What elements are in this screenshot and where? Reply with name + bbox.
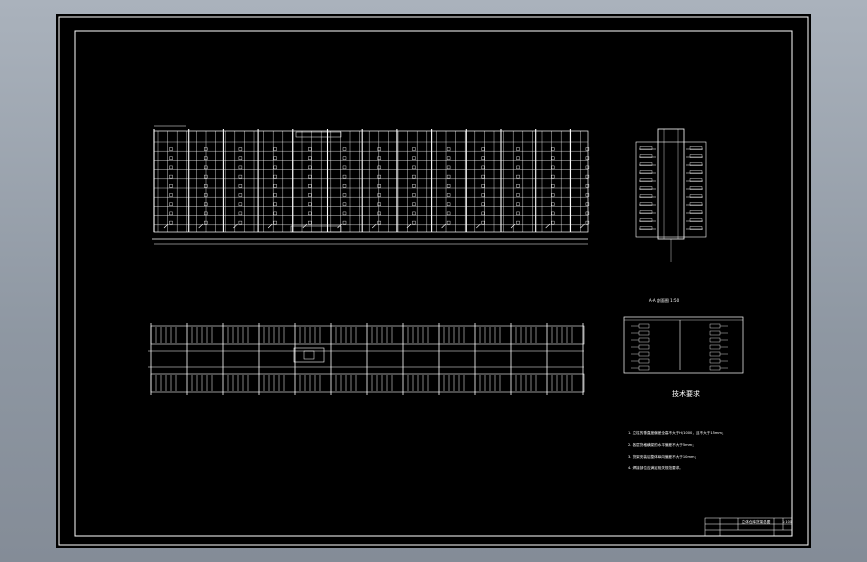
- outer-border: [58, 16, 809, 546]
- section-detail-view: [623, 316, 744, 374]
- drawing-name: 立体仓库货架总图: [742, 519, 771, 524]
- cad-canvas: A-A 剖面图 1:50 技术要求 1. 立柱的垂直度偏差全高不大于H/1000…: [58, 16, 809, 546]
- front-elevation-view: [152, 125, 590, 245]
- side-elevation-view: [635, 128, 707, 262]
- section-caption: A-A 剖面图 1:50: [649, 297, 680, 303]
- inner-border: [74, 30, 793, 537]
- drawing-sheet: A-A 剖面图 1:50 技术要求 1. 立柱的垂直度偏差全高不大于H/1000…: [56, 14, 811, 548]
- note-line-4: 4. 焊接部位应满足相关规范要求。: [628, 465, 683, 470]
- plan-view: [148, 323, 585, 395]
- note-line-2: 2. 各层货格横梁的水平偏差不大于5mm；: [628, 442, 696, 447]
- note-line-1: 1. 立柱的垂直度偏差全高不大于H/1000，且不大于15mm；: [628, 430, 726, 435]
- note-line-3: 3. 货架安装后整体纵向偏差不大于10mm；: [628, 454, 698, 459]
- notes-title: 技术要求: [672, 389, 700, 398]
- drawing-scale: 1:100: [782, 520, 792, 524]
- technical-notes: 技术要求 1. 立柱的垂直度偏差全高不大于H/1000，且不大于15mm； 2.…: [628, 389, 726, 470]
